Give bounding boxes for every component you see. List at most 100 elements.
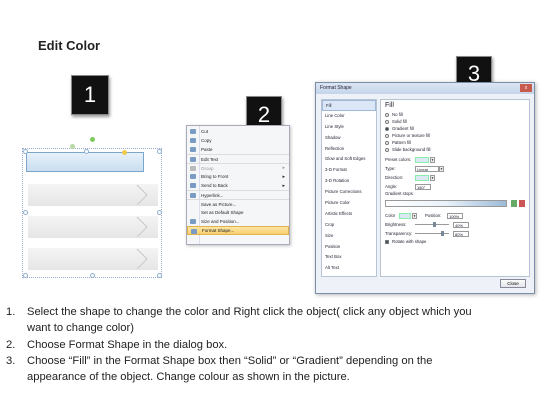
nav-item-picture-corrections[interactable]: Picture Corrections — [322, 187, 376, 198]
nav-item-line-style[interactable]: Line Style — [322, 122, 376, 133]
nav-item-crop[interactable]: Crop — [322, 220, 376, 231]
direction-button[interactable] — [415, 174, 429, 181]
instruction-step-1: 1. Select the shape to change the color a… — [6, 304, 556, 337]
nav-item-size[interactable]: Size — [322, 231, 376, 242]
resize-handle[interactable] — [157, 210, 162, 215]
remove-stop-icon[interactable] — [519, 200, 525, 207]
selected-shape[interactable] — [26, 152, 144, 172]
adjust-handle[interactable] — [122, 150, 127, 155]
radio-icon — [385, 140, 389, 145]
nav-item-alt-text[interactable]: Alt Text — [322, 263, 376, 274]
radio-slide-bg-fill[interactable]: Slide background fill — [385, 146, 525, 153]
preset-colors-button[interactable] — [415, 156, 429, 163]
brightness-slider[interactable] — [415, 222, 449, 227]
chevron-down-icon[interactable]: ▼ — [412, 212, 417, 219]
edit-text-icon — [190, 157, 196, 162]
resize-handle[interactable] — [23, 210, 28, 215]
transparency-input[interactable]: 80% — [453, 230, 469, 237]
instruction-list: 1. Select the shape to change the color a… — [6, 304, 556, 385]
arrow-shape-3[interactable] — [28, 216, 158, 238]
rotate-with-shape-checkbox[interactable]: Rotate with shape — [385, 238, 525, 245]
gradient-stops-bar[interactable] — [385, 200, 507, 207]
menu-item-format-shape[interactable]: Format Shape... — [187, 226, 289, 235]
nav-item-reflection[interactable]: Reflection — [322, 144, 376, 155]
transparency-slider[interactable] — [415, 231, 449, 236]
menu-item-bring-front[interactable]: Bring to Front ▸ — [187, 172, 289, 181]
type-label: Type: — [385, 166, 396, 171]
resize-handle[interactable] — [84, 149, 89, 154]
menu-item-paste[interactable]: Paste — [187, 145, 289, 154]
nav-item-glow[interactable]: Glow and Soft Edges — [322, 154, 376, 165]
resize-handle[interactable] — [23, 149, 28, 154]
arrow-shape-4[interactable] — [28, 248, 158, 270]
menu-item-label: Group — [201, 165, 214, 171]
close-icon[interactable]: x — [520, 84, 532, 92]
step-text: Choose “Fill” in the Format Shape box th… — [27, 354, 433, 367]
menu-item-label: Save as Picture... — [201, 201, 237, 207]
brightness-input[interactable]: 40% — [453, 221, 469, 228]
rotation-handle-secondary[interactable] — [70, 144, 75, 149]
add-stop-icon[interactable] — [511, 200, 517, 207]
shape-group[interactable] — [22, 137, 164, 278]
angle-input[interactable]: 180° — [415, 183, 431, 190]
menu-item-save-picture[interactable]: Save as Picture... — [187, 199, 289, 208]
nav-item-picture-color[interactable]: Picture Color — [322, 198, 376, 209]
arrow-shape-2[interactable] — [28, 184, 158, 206]
section-title: Fill — [385, 102, 394, 109]
brightness-label: Brightness: — [385, 222, 407, 227]
position-label: Position: — [425, 213, 442, 218]
slider-knob[interactable] — [441, 231, 444, 236]
nav-item-3d-rotation[interactable]: 3-D Rotation — [322, 176, 376, 187]
radio-gradient-fill[interactable]: Gradient fill — [385, 125, 525, 132]
radio-label: No fill — [392, 112, 403, 117]
radio-solid-fill[interactable]: Solid fill — [385, 118, 525, 125]
menu-item-copy[interactable]: Copy — [187, 136, 289, 145]
step-number: 3. — [6, 354, 16, 367]
submenu-arrow-icon: ▸ — [282, 182, 285, 189]
dialog-titlebar: Format Shape x — [316, 83, 534, 94]
step-number: 1. — [6, 306, 16, 318]
radio-no-fill[interactable]: No fill — [385, 111, 525, 118]
chevron-down-icon[interactable]: ▼ — [430, 156, 435, 163]
chevron-down-icon[interactable]: ▼ — [430, 174, 435, 181]
menu-item-group[interactable]: Group ▸ — [187, 163, 289, 172]
instruction-step-3: 3. Choose “Fill” in the Format Shape box … — [6, 353, 556, 386]
resize-handle[interactable] — [90, 273, 95, 278]
resize-handle[interactable] — [157, 273, 162, 278]
slider-knob[interactable] — [433, 222, 436, 227]
menu-item-default-shape[interactable]: Set as Default Shape — [187, 208, 289, 217]
menu-item-send-back[interactable]: Send to Back ▸ — [187, 181, 289, 190]
rotation-handle[interactable] — [90, 137, 95, 142]
resize-handle[interactable] — [23, 273, 28, 278]
close-button[interactable]: Close — [500, 279, 526, 288]
submenu-arrow-icon: ▸ — [282, 173, 285, 180]
type-select[interactable]: Linear — [415, 165, 439, 172]
nav-item-shadow[interactable]: Shadow — [322, 133, 376, 144]
hyperlink-icon — [190, 193, 196, 198]
nav-item-3d-format[interactable]: 3-D Format — [322, 165, 376, 176]
menu-item-edit-text[interactable]: Edit Text — [187, 154, 289, 163]
color-picker-button[interactable] — [399, 212, 411, 219]
radio-pattern-fill[interactable]: Pattern fill — [385, 139, 525, 146]
menu-item-hyperlink[interactable]: Hyperlink... — [187, 190, 289, 199]
menu-item-label: Set as Default Shape — [201, 210, 244, 215]
chevron-down-icon[interactable]: ▼ — [439, 165, 444, 172]
nav-item-text-box[interactable]: Text Box — [322, 252, 376, 263]
resize-handle[interactable] — [157, 149, 162, 154]
gradient-stops-label: Gradient stops — [385, 191, 413, 196]
page-title: Edit Color — [38, 38, 101, 53]
scissors-icon — [190, 129, 196, 134]
angle-label: Angle: — [385, 184, 398, 189]
menu-item-size-position[interactable]: Size and Position... — [187, 217, 289, 226]
nav-item-fill[interactable]: Fill — [322, 100, 376, 111]
step-text: appearance of the object. Change colour … — [27, 371, 350, 384]
radio-picture-fill[interactable]: Picture or texture fill — [385, 132, 525, 139]
format-shape-icon — [191, 229, 197, 234]
radio-icon — [385, 126, 389, 131]
menu-item-label: Hyperlink... — [201, 192, 224, 198]
nav-item-artistic-effects[interactable]: Artistic Effects — [322, 209, 376, 220]
position-input[interactable]: 100% — [447, 212, 463, 219]
nav-item-position[interactable]: Position — [322, 242, 376, 253]
menu-item-cut[interactable]: Cut — [187, 127, 289, 136]
nav-item-line-color[interactable]: Line Color — [322, 111, 376, 122]
